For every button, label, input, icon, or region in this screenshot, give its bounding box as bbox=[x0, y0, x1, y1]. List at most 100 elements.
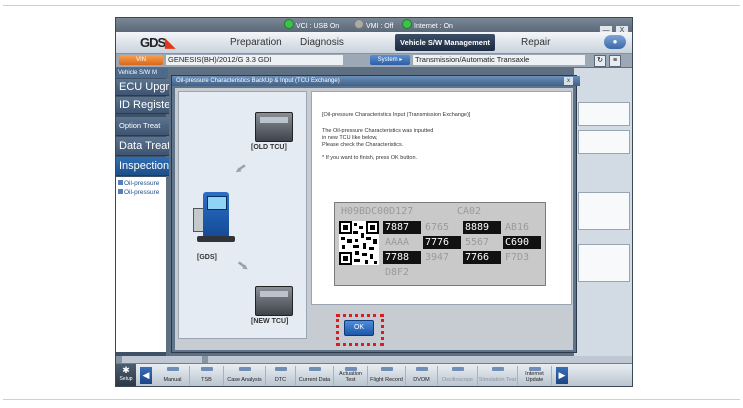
list-icon[interactable]: ≡ bbox=[609, 55, 621, 67]
toolbar-next-button[interactable]: ▶ bbox=[556, 367, 568, 384]
toolbar-actuation-test-button[interactable]: Actuation Test bbox=[334, 366, 368, 385]
code-cell: 6765 bbox=[425, 222, 450, 233]
code-cell: AAAA bbox=[385, 237, 410, 248]
code-cell: C690 bbox=[503, 236, 541, 249]
dialog-body: [OLD TCU] ◂ ▪ ▪ ▪ [GDS] ▪ ▪ ▪ ▸ [NEW TCU… bbox=[175, 88, 573, 350]
left-item-data-treatment[interactable]: Data Treatr bbox=[116, 137, 169, 156]
gds-device-icon bbox=[193, 184, 237, 244]
code-cell: AB16 bbox=[505, 222, 530, 233]
left-item-inspection[interactable]: Inspection / bbox=[116, 157, 169, 176]
vmi-status-icon bbox=[354, 19, 364, 29]
left-item-ecu-upgrade[interactable]: ECU Upgr bbox=[116, 79, 169, 96]
code-cell: 7887 bbox=[383, 221, 421, 234]
toolbar-flight-record-button[interactable]: Flight Record bbox=[368, 366, 406, 385]
vci-status: VCI : USB On bbox=[284, 19, 339, 30]
sub-item-oil-pressure-2[interactable]: Oil-pressure bbox=[118, 189, 159, 196]
left-item-id-register[interactable]: ID Registe bbox=[116, 97, 169, 114]
vmi-status: VMI : Off bbox=[354, 19, 394, 30]
code-cell: D8F2 bbox=[385, 267, 410, 278]
toolbar-simulation-test-button[interactable]: Simulation Test bbox=[478, 366, 518, 385]
code-cell: H09BDC00D127 bbox=[341, 206, 414, 217]
toolbar-dtc-button[interactable]: DTC bbox=[266, 366, 296, 385]
item-icon bbox=[118, 189, 123, 194]
toolbar-current-data-button[interactable]: Current Data bbox=[296, 366, 334, 385]
internet-status: Internet : On bbox=[402, 19, 453, 30]
sub-item-oil-pressure-1[interactable]: Oil-pressure bbox=[118, 180, 159, 187]
right-box bbox=[578, 244, 630, 282]
oil-pressure-dialog: Oil-pressure Characteristics BackUp & In… bbox=[171, 75, 580, 353]
dialog-close-button[interactable]: x bbox=[564, 77, 573, 85]
new-tcu-label: [NEW TCU] bbox=[251, 318, 289, 325]
toolbar-prev-button[interactable]: ◀ bbox=[140, 367, 152, 384]
vci-status-icon bbox=[284, 19, 294, 29]
search-icon: ● bbox=[612, 37, 618, 46]
message-heading: [Oil-pressure Characteristics Input (Tra… bbox=[322, 112, 471, 118]
old-tcu-icon bbox=[255, 112, 293, 142]
main-menu: GDS◣ Preparation Diagnosis Vehicle S/W M… bbox=[116, 32, 632, 54]
menu-repair[interactable]: Repair bbox=[521, 37, 550, 48]
horizontal-scrollbar[interactable] bbox=[116, 356, 632, 363]
search-button[interactable]: ● bbox=[604, 35, 626, 49]
system-button[interactable]: System ▸ bbox=[370, 55, 410, 65]
vehicle-info: GENESIS(BH)/2012/G 3.3 GDI bbox=[166, 55, 343, 65]
right-panel bbox=[574, 68, 632, 356]
ok-button-highlight: OK bbox=[336, 314, 384, 346]
left-item-option-treatment[interactable]: Option Treat bbox=[116, 117, 169, 136]
setup-icon: ✱ bbox=[122, 365, 130, 375]
vci-status-text: VCI : USB On bbox=[296, 23, 340, 30]
arrow-icon: ▪ ▪ ▪ ▸ bbox=[234, 258, 250, 273]
scroll-left-icon[interactable] bbox=[116, 356, 122, 363]
code-cell: 7776 bbox=[423, 236, 461, 249]
gds-window: VCI : USB On VMI : Off Internet : On — X … bbox=[115, 17, 633, 387]
right-box bbox=[578, 192, 630, 230]
code-cell: 3947 bbox=[425, 252, 450, 263]
code-cell: 5567 bbox=[465, 237, 490, 248]
vin-button[interactable]: VIN bbox=[119, 55, 163, 65]
menu-vehicle-sw-management[interactable]: Vehicle S/W Management bbox=[395, 34, 496, 51]
toolbar-case-analysis-button[interactable]: Case Analysis bbox=[224, 366, 266, 385]
left-panel-header: Vehicle S/W M bbox=[116, 68, 168, 78]
message-line: Please check the Characteristics. bbox=[322, 142, 404, 148]
vehicle-bar: VIN GENESIS(BH)/2012/G 3.3 GDI System ▸ … bbox=[116, 54, 632, 67]
scroll-right-icon[interactable] bbox=[202, 356, 208, 363]
right-box bbox=[578, 102, 630, 126]
dialog-title: Oil-pressure Characteristics BackUp & In… bbox=[172, 76, 580, 86]
characteristics-code-box: H09BDC00D127 CA02 7887 6765 8889 AB16 AA… bbox=[334, 202, 546, 286]
sub-item-label: Oil-pressure bbox=[124, 180, 160, 187]
gds-label: [GDS] bbox=[197, 254, 217, 261]
toolbar-internet-update-button[interactable]: Internet Update bbox=[518, 366, 552, 385]
chevron-right-icon: ▶ bbox=[558, 370, 566, 380]
internet-status-text: Internet : On bbox=[414, 23, 453, 30]
logo-mark-icon: ◣ bbox=[165, 35, 175, 50]
vmi-status-text: VMI : Off bbox=[366, 23, 394, 30]
item-icon bbox=[118, 180, 123, 185]
system-info: Transmission/Automatic Transaxle bbox=[413, 55, 585, 65]
code-cell: 8889 bbox=[463, 221, 501, 234]
toolbar-dvom-button[interactable]: DVOM bbox=[406, 366, 438, 385]
right-box bbox=[578, 130, 630, 154]
menu-diagnosis[interactable]: Diagnosis bbox=[300, 37, 344, 48]
tcu-exchange-illustration: [OLD TCU] ◂ ▪ ▪ ▪ [GDS] ▪ ▪ ▪ ▸ [NEW TCU… bbox=[178, 91, 307, 339]
old-tcu-label: [OLD TCU] bbox=[251, 144, 287, 151]
code-cell: CA02 bbox=[457, 206, 482, 217]
logo-text: GDS bbox=[140, 35, 166, 50]
left-sub-list: Oil-pressure Oil-pressure bbox=[116, 177, 166, 352]
message-line: The Oil-pressure Characteristics was inp… bbox=[322, 128, 434, 134]
toolbar-tsb-button[interactable]: TSB bbox=[190, 366, 224, 385]
setup-button[interactable]: ✱ Setup bbox=[116, 364, 136, 386]
code-cell: F7D3 bbox=[505, 252, 530, 263]
message-note: * If you want to finish, press OK button… bbox=[322, 155, 418, 161]
code-cell: 7766 bbox=[463, 251, 501, 264]
refresh-icon[interactable]: ↻ bbox=[594, 55, 606, 67]
status-bar: VCI : USB On VMI : Off Internet : On — X bbox=[116, 18, 632, 37]
menu-preparation[interactable]: Preparation bbox=[230, 37, 282, 48]
setup-label: Setup bbox=[119, 376, 133, 382]
toolbar-oscilloscope-button[interactable]: Oscilloscope bbox=[438, 366, 478, 385]
toolbar-manual-button[interactable]: Manual bbox=[156, 366, 190, 385]
gds-logo: GDS◣ bbox=[140, 35, 175, 51]
chevron-left-icon: ◀ bbox=[142, 370, 150, 380]
left-panel: Vehicle S/W M ECU Upgr ID Registe Option… bbox=[116, 68, 169, 356]
arrow-icon: ◂ ▪ ▪ ▪ bbox=[232, 162, 248, 177]
sub-item-label: Oil-pressure bbox=[124, 189, 160, 196]
ok-button[interactable]: OK bbox=[344, 320, 374, 336]
